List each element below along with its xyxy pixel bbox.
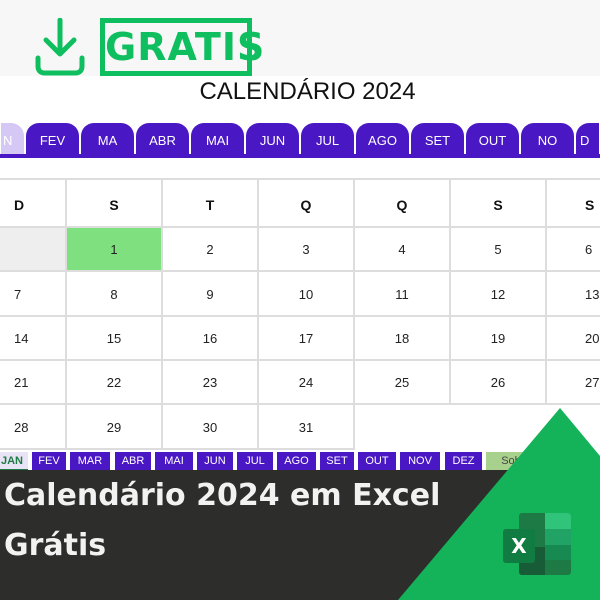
green-triangle [398, 408, 600, 600]
excel-icon: X [503, 513, 571, 575]
excel-letter: X [503, 529, 535, 563]
